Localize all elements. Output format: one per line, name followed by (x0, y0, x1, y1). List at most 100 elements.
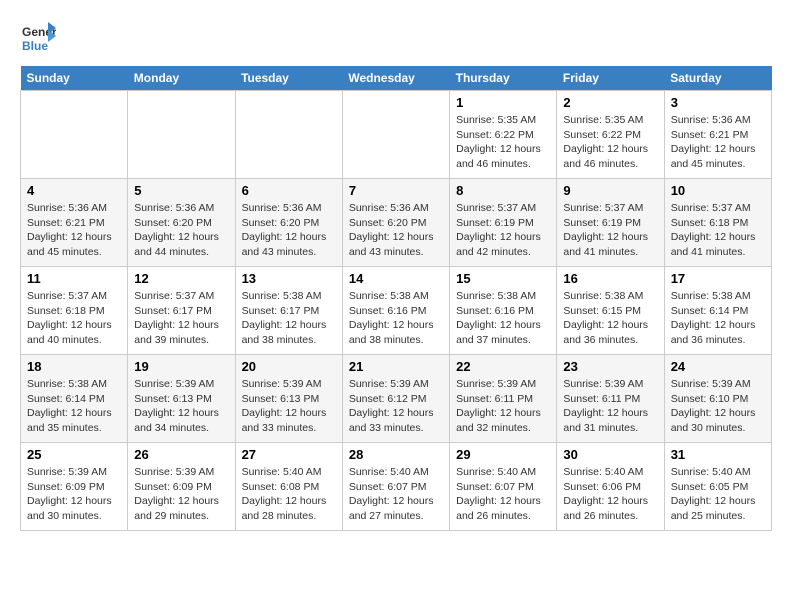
day-number: 22 (456, 359, 550, 374)
day-number: 6 (242, 183, 336, 198)
day-cell: 28 Sunrise: 5:40 AMSunset: 6:07 PMDayligh… (342, 443, 449, 531)
day-cell: 7Sunrise: 5:36 AMSunset: 6:20 PMDaylight… (342, 179, 449, 267)
day-cell (21, 91, 128, 179)
day-info: Sunrise: 5:38 AMSunset: 6:16 PMDaylight:… (349, 289, 443, 348)
header-cell-sunday: Sunday (21, 66, 128, 91)
day-cell: 9Sunrise: 5:37 AMSunset: 6:19 PMDaylight… (557, 179, 664, 267)
day-number: 28 (349, 447, 443, 462)
day-cell: 3 Sunrise: 5:36 AMSunset: 6:21 PMDaylight… (664, 91, 771, 179)
day-number: 17 (671, 271, 765, 286)
day-cell: 13 Sunrise: 5:38 AMSunset: 6:17 PMDayligh… (235, 267, 342, 355)
header-cell-monday: Monday (128, 66, 235, 91)
day-number: 31 (671, 447, 765, 462)
day-cell: 30 Sunrise: 5:40 AMSunset: 6:06 PMDayligh… (557, 443, 664, 531)
day-number: 13 (242, 271, 336, 286)
day-number: 30 (563, 447, 657, 462)
day-number: 29 (456, 447, 550, 462)
day-number: 18 (27, 359, 121, 374)
day-info: Sunrise: 5:35 AMSunset: 6:22 PMDaylight:… (563, 113, 657, 172)
day-info: Sunrise: 5:40 AMSunset: 6:07 PMDaylight:… (456, 465, 550, 524)
day-cell: 5 Sunrise: 5:36 AMSunset: 6:20 PMDaylight… (128, 179, 235, 267)
header-cell-friday: Friday (557, 66, 664, 91)
logo: General Blue (20, 20, 56, 56)
day-info: Sunrise: 5:39 AMSunset: 6:11 PMDaylight:… (563, 377, 657, 436)
day-info: Sunrise: 5:35 AMSunset: 6:22 PMDaylight:… (456, 113, 550, 172)
page-header: General Blue (20, 20, 772, 56)
day-cell: 18 Sunrise: 5:38 AMSunset: 6:14 PMDayligh… (21, 355, 128, 443)
day-number: 23 (563, 359, 657, 374)
header-row: SundayMondayTuesdayWednesdayThursdayFrid… (21, 66, 772, 91)
day-cell: 22 Sunrise: 5:39 AMSunset: 6:11 PMDayligh… (450, 355, 557, 443)
calendar-table: SundayMondayTuesdayWednesdayThursdayFrid… (20, 66, 772, 531)
day-info: Sunrise: 5:40 AMSunset: 6:08 PMDaylight:… (242, 465, 336, 524)
day-info: Sunrise: 5:38 AMSunset: 6:17 PMDaylight:… (242, 289, 336, 348)
day-info: Sunrise: 5:38 AMSunset: 6:14 PMDaylight:… (27, 377, 121, 436)
day-info: Sunrise: 5:39 AMSunset: 6:13 PMDaylight:… (134, 377, 228, 436)
calendar-body: 1 Sunrise: 5:35 AMSunset: 6:22 PMDaylight… (21, 91, 772, 531)
day-info: Sunrise: 5:37 AMSunset: 6:19 PMDaylight:… (563, 201, 657, 260)
day-info: Sunrise: 5:40 AMSunset: 6:06 PMDaylight:… (563, 465, 657, 524)
header-cell-tuesday: Tuesday (235, 66, 342, 91)
day-number: 3 (671, 95, 765, 110)
day-cell: 8 Sunrise: 5:37 AMSunset: 6:19 PMDaylight… (450, 179, 557, 267)
day-cell: 29 Sunrise: 5:40 AMSunset: 6:07 PMDayligh… (450, 443, 557, 531)
week-row-3: 11 Sunrise: 5:37 AMSunset: 6:18 PMDayligh… (21, 267, 772, 355)
day-cell: 12 Sunrise: 5:37 AMSunset: 6:17 PMDayligh… (128, 267, 235, 355)
day-info: Sunrise: 5:37 AMSunset: 6:19 PMDaylight:… (456, 201, 550, 260)
day-cell: 14 Sunrise: 5:38 AMSunset: 6:16 PMDayligh… (342, 267, 449, 355)
day-number: 1 (456, 95, 550, 110)
day-number: 15 (456, 271, 550, 286)
day-info: Sunrise: 5:40 AMSunset: 6:07 PMDaylight:… (349, 465, 443, 524)
day-info: Sunrise: 5:36 AMSunset: 6:21 PMDaylight:… (27, 201, 121, 260)
day-info: Sunrise: 5:36 AMSunset: 6:20 PMDaylight:… (242, 201, 336, 260)
day-cell: 27 Sunrise: 5:40 AMSunset: 6:08 PMDayligh… (235, 443, 342, 531)
week-row-1: 1 Sunrise: 5:35 AMSunset: 6:22 PMDaylight… (21, 91, 772, 179)
day-number: 5 (134, 183, 228, 198)
day-info: Sunrise: 5:37 AMSunset: 6:18 PMDaylight:… (27, 289, 121, 348)
header-cell-wednesday: Wednesday (342, 66, 449, 91)
day-cell (235, 91, 342, 179)
day-cell: 11 Sunrise: 5:37 AMSunset: 6:18 PMDayligh… (21, 267, 128, 355)
day-number: 20 (242, 359, 336, 374)
day-info: Sunrise: 5:37 AMSunset: 6:17 PMDaylight:… (134, 289, 228, 348)
day-info: Sunrise: 5:38 AMSunset: 6:14 PMDaylight:… (671, 289, 765, 348)
day-number: 27 (242, 447, 336, 462)
day-number: 2 (563, 95, 657, 110)
day-cell: 17 Sunrise: 5:38 AMSunset: 6:14 PMDayligh… (664, 267, 771, 355)
day-number: 12 (134, 271, 228, 286)
day-number: 16 (563, 271, 657, 286)
day-cell: 2 Sunrise: 5:35 AMSunset: 6:22 PMDaylight… (557, 91, 664, 179)
day-cell: 25 Sunrise: 5:39 AMSunset: 6:09 PMDayligh… (21, 443, 128, 531)
day-cell: 24Sunrise: 5:39 AMSunset: 6:10 PMDayligh… (664, 355, 771, 443)
day-info: Sunrise: 5:38 AMSunset: 6:16 PMDaylight:… (456, 289, 550, 348)
day-info: Sunrise: 5:39 AMSunset: 6:09 PMDaylight:… (27, 465, 121, 524)
day-info: Sunrise: 5:36 AMSunset: 6:21 PMDaylight:… (671, 113, 765, 172)
day-cell: 21 Sunrise: 5:39 AMSunset: 6:12 PMDayligh… (342, 355, 449, 443)
day-cell: 6 Sunrise: 5:36 AMSunset: 6:20 PMDaylight… (235, 179, 342, 267)
day-number: 21 (349, 359, 443, 374)
day-cell: 31 Sunrise: 5:40 AMSunset: 6:05 PMDayligh… (664, 443, 771, 531)
day-cell: 20Sunrise: 5:39 AMSunset: 6:13 PMDayligh… (235, 355, 342, 443)
day-number: 19 (134, 359, 228, 374)
day-number: 8 (456, 183, 550, 198)
day-number: 11 (27, 271, 121, 286)
day-info: Sunrise: 5:40 AMSunset: 6:05 PMDaylight:… (671, 465, 765, 524)
day-cell: 15 Sunrise: 5:38 AMSunset: 6:16 PMDayligh… (450, 267, 557, 355)
header-cell-saturday: Saturday (664, 66, 771, 91)
day-cell: 16 Sunrise: 5:38 AMSunset: 6:15 PMDayligh… (557, 267, 664, 355)
day-number: 25 (27, 447, 121, 462)
day-info: Sunrise: 5:36 AMSunset: 6:20 PMDaylight:… (134, 201, 228, 260)
day-info: Sunrise: 5:39 AMSunset: 6:09 PMDaylight:… (134, 465, 228, 524)
day-cell: 19 Sunrise: 5:39 AMSunset: 6:13 PMDayligh… (128, 355, 235, 443)
calendar-header: SundayMondayTuesdayWednesdayThursdayFrid… (21, 66, 772, 91)
day-info: Sunrise: 5:38 AMSunset: 6:15 PMDaylight:… (563, 289, 657, 348)
logo-symbol: General Blue (20, 20, 56, 56)
week-row-2: 4Sunrise: 5:36 AMSunset: 6:21 PMDaylight… (21, 179, 772, 267)
day-info: Sunrise: 5:39 AMSunset: 6:12 PMDaylight:… (349, 377, 443, 436)
day-number: 24 (671, 359, 765, 374)
day-number: 14 (349, 271, 443, 286)
day-info: Sunrise: 5:39 AMSunset: 6:11 PMDaylight:… (456, 377, 550, 436)
week-row-5: 25 Sunrise: 5:39 AMSunset: 6:09 PMDayligh… (21, 443, 772, 531)
day-info: Sunrise: 5:37 AMSunset: 6:18 PMDaylight:… (671, 201, 765, 260)
svg-text:Blue: Blue (22, 39, 48, 53)
